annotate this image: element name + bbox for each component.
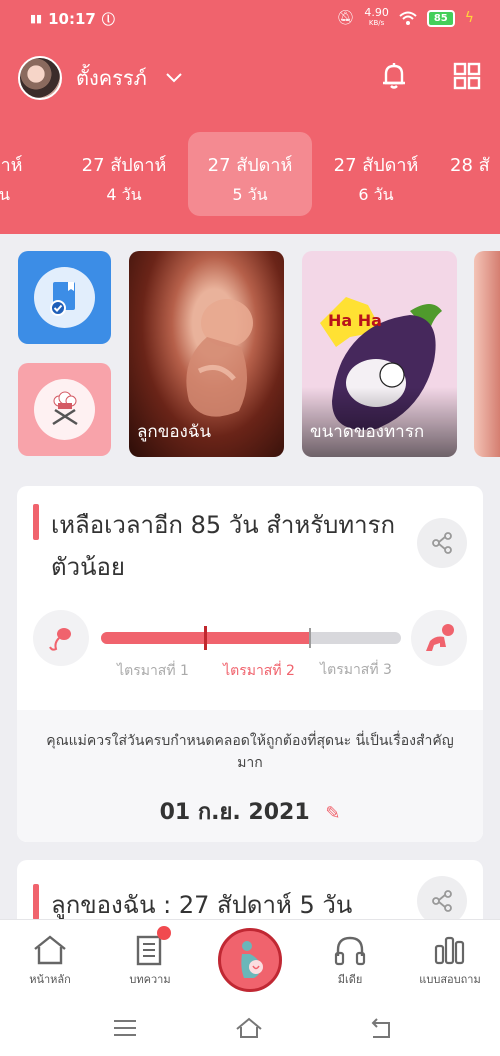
wifi-icon — [399, 11, 417, 25]
profile-name[interactable]: ตั้งครรภ์ — [76, 62, 147, 94]
signal-icon: ▮▮ — [30, 12, 43, 25]
week-tab[interactable]: ปดาห์ วัน — [0, 132, 62, 216]
notification-badge — [157, 926, 171, 940]
countdown-title: เหลือเวลาอีก 85 วัน สำหรับทารกตัวน้อย — [51, 511, 396, 581]
charging-icon: ϟ — [464, 10, 474, 26]
progress-track — [101, 632, 401, 644]
headphones-icon — [334, 936, 366, 966]
nav-home[interactable]: หน้าหลัก — [5, 930, 95, 988]
status-time: 10:17 — [48, 9, 96, 28]
pregnancy-center-button[interactable] — [218, 928, 282, 992]
chef-utensils-icon — [51, 391, 78, 425]
week-tab-active[interactable]: 27 สัปดาห์ 5 วัน — [188, 132, 312, 216]
due-date: 01 ก.ย. 2021 — [159, 800, 310, 825]
mute-icon: 🔕︎ — [336, 10, 355, 26]
due-date-note: คุณแม่ควรใส่วันครบกำหนดคลอดให้ถูกต้องที่… — [46, 733, 454, 771]
home-system-icon[interactable] — [234, 1013, 264, 1043]
menu-icon[interactable] — [110, 1013, 140, 1043]
app-notification-icon: ⓛ — [101, 13, 115, 28]
week-tab[interactable]: 27 สัปดาห์ 4 วัน — [62, 132, 186, 216]
back-icon[interactable] — [365, 1013, 395, 1043]
document-check-icon — [49, 281, 75, 316]
baby-size-label: ขนาดของทารก — [310, 422, 425, 442]
nutrition-tile[interactable] — [18, 363, 111, 456]
pregnancy-progress: ไตรมาสที่ 1 ไตรมาสที่ 2 ไตรมาสที่ 3 — [17, 610, 483, 690]
week-tab[interactable]: 28 สั — [438, 132, 500, 216]
trimester-1-label: ไตรมาสที่ 1 — [117, 663, 189, 679]
baby-size-card[interactable]: Ha Ha ขนาดของทารก — [302, 251, 457, 457]
status-bar: ▮▮ 10:17 ⓛ 🔕︎ 4.90 KB/s 85 ϟ — [0, 0, 500, 38]
nav-survey[interactable]: แบบสอบถาม — [405, 930, 495, 988]
pregnant-woman-icon — [241, 941, 263, 978]
baby-crawling-icon — [411, 610, 467, 666]
bottom-navigation: หน้าหลัก บทความ มีเดีย แบบสอบถาม — [0, 919, 500, 997]
edit-pencil-icon[interactable]: ✎ — [325, 803, 340, 824]
sperm-icon — [33, 610, 89, 666]
partial-card[interactable] — [474, 251, 500, 457]
trimester-marker — [204, 626, 207, 650]
bell-icon[interactable] — [378, 60, 410, 92]
ha-ha-bubble: Ha Ha — [328, 311, 382, 330]
week-tab[interactable]: 27 สัปดาห์ 6 วัน — [314, 132, 438, 216]
profile-switcher[interactable]: ตั้งครรภ์ — [18, 56, 183, 100]
due-date-section: คุณแม่ควรใส่วันครบกำหนดคลอดให้ถูกต้องที่… — [17, 710, 483, 842]
share-icon — [432, 532, 452, 554]
system-navigation — [0, 997, 500, 1056]
share-button[interactable] — [417, 518, 467, 568]
home-icon — [34, 935, 66, 965]
trimester-3-label: ไตรมาสที่ 3 — [320, 662, 392, 678]
share-icon — [432, 890, 452, 912]
nav-articles[interactable]: บทความ — [105, 930, 195, 988]
my-baby-label: ลูกของฉัน — [137, 422, 212, 442]
battery-indicator: 85 — [426, 9, 455, 27]
week-selector[interactable]: ปดาห์ วัน 27 สัปดาห์ 4 วัน 27 สัปดาห์ 5 … — [0, 132, 500, 218]
grid-menu-icon[interactable] — [451, 60, 483, 92]
chevron-down-icon[interactable] — [165, 72, 183, 84]
nav-media[interactable]: มีเดีย — [305, 930, 395, 988]
trimester-2-label: ไตรมาสที่ 2 — [223, 663, 295, 679]
network-speed: 4.90 KB/s — [364, 6, 389, 27]
my-baby-card[interactable]: ลูกของฉัน — [129, 251, 284, 457]
countdown-card: เหลือเวลาอีก 85 วัน สำหรับทารกตัวน้อย ไต… — [17, 486, 483, 842]
bar-chart-icon — [434, 936, 465, 965]
checklist-tile[interactable] — [18, 251, 111, 344]
avatar[interactable] — [18, 56, 62, 100]
trimester-marker — [309, 628, 311, 648]
app-header: ▮▮ 10:17 ⓛ 🔕︎ 4.90 KB/s 85 ϟ ตั้งครรภ์ า… — [0, 0, 500, 234]
